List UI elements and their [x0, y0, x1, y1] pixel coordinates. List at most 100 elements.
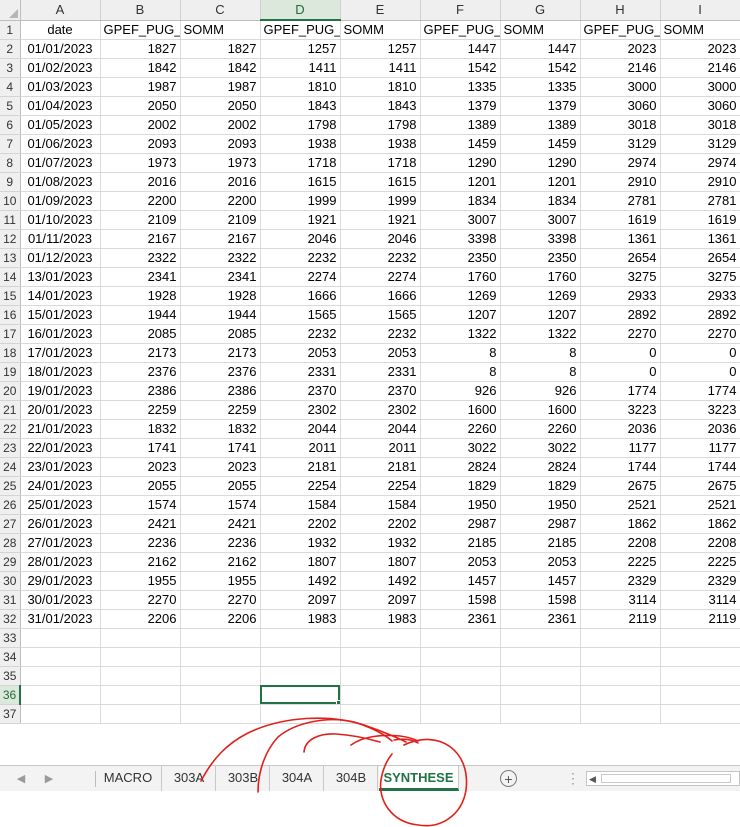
- cell-value[interactable]: 2259: [180, 400, 261, 420]
- cell-value[interactable]: 2055: [180, 476, 261, 496]
- cell-value[interactable]: 2167: [180, 229, 261, 249]
- row-header[interactable]: 15: [0, 286, 21, 306]
- cell-date[interactable]: 18/01/2023: [20, 362, 101, 382]
- cell-value[interactable]: 1950: [500, 495, 581, 515]
- cell-value[interactable]: 2167: [100, 229, 181, 249]
- plus-circle-icon[interactable]: +: [500, 770, 517, 787]
- cell-value[interactable]: 1615: [340, 172, 421, 192]
- cell-value[interactable]: 1619: [580, 210, 661, 230]
- cell-value[interactable]: 1760: [420, 267, 501, 287]
- vertical-dots-icon[interactable]: ⋮: [566, 768, 580, 788]
- cell-empty[interactable]: [100, 628, 181, 648]
- cell-value[interactable]: 3018: [660, 115, 740, 135]
- column-header-e[interactable]: E: [340, 0, 421, 21]
- cell-empty[interactable]: [580, 647, 661, 667]
- cell-value[interactable]: 2050: [180, 96, 261, 116]
- cell-empty[interactable]: [100, 647, 181, 667]
- cell-value[interactable]: 2162: [180, 552, 261, 572]
- cell-empty[interactable]: [660, 628, 740, 648]
- cell-value[interactable]: 1798: [260, 115, 341, 135]
- cell-value[interactable]: 1921: [260, 210, 341, 230]
- cell-value[interactable]: 1862: [580, 514, 661, 534]
- row-header[interactable]: 4: [0, 77, 21, 97]
- cell-value[interactable]: 1973: [100, 153, 181, 173]
- cell-value[interactable]: 2302: [260, 400, 341, 420]
- cell-value[interactable]: 2933: [660, 286, 740, 306]
- cell-value[interactable]: 2085: [180, 324, 261, 344]
- cell-value[interactable]: 2053: [500, 552, 581, 572]
- row-header[interactable]: 37: [0, 704, 21, 724]
- cell-value[interactable]: 1987: [180, 77, 261, 97]
- sheet-tab-304b[interactable]: 304B: [325, 766, 378, 791]
- cell-value[interactable]: 3018: [580, 115, 661, 135]
- cell-value[interactable]: 1389: [420, 115, 501, 135]
- cell-value[interactable]: 8: [500, 362, 581, 382]
- cell-value[interactable]: 1827: [180, 39, 261, 59]
- cell-value[interactable]: 2260: [500, 419, 581, 439]
- cell-value[interactable]: 2270: [580, 324, 661, 344]
- cell-value[interactable]: 2200: [180, 191, 261, 211]
- scrollbar-thumb[interactable]: [601, 774, 731, 783]
- cell-value[interactable]: 2036: [580, 419, 661, 439]
- cell-value[interactable]: 2016: [180, 172, 261, 192]
- cell-value[interactable]: 2016: [100, 172, 181, 192]
- cell-value[interactable]: 8: [420, 362, 501, 382]
- cell-value[interactable]: 1774: [660, 381, 740, 401]
- cell-value[interactable]: 2341: [100, 267, 181, 287]
- cell-value[interactable]: 2341: [180, 267, 261, 287]
- cell-value[interactable]: 2085: [100, 324, 181, 344]
- cell-value[interactable]: 3060: [660, 96, 740, 116]
- cell-value[interactable]: 1574: [180, 495, 261, 515]
- cell-value[interactable]: 2302: [340, 400, 421, 420]
- cell-value[interactable]: 2093: [100, 134, 181, 154]
- row-header[interactable]: 5: [0, 96, 21, 116]
- cell-value[interactable]: 2386: [100, 381, 181, 401]
- active-cell[interactable]: [260, 685, 341, 705]
- cell-value[interactable]: 1290: [500, 153, 581, 173]
- cell-empty[interactable]: [100, 666, 181, 686]
- cell-value[interactable]: 1177: [660, 438, 740, 458]
- cell-empty[interactable]: [340, 704, 421, 724]
- cell-date[interactable]: 01/03/2023: [20, 77, 101, 97]
- cell-value[interactable]: 1810: [260, 77, 341, 97]
- cell-value[interactable]: 1565: [260, 305, 341, 325]
- cell-empty[interactable]: [500, 628, 581, 648]
- cell-date[interactable]: 23/01/2023: [20, 457, 101, 477]
- column-header-c[interactable]: C: [180, 0, 261, 21]
- cell-header[interactable]: SOMM: [660, 20, 740, 40]
- cell-date[interactable]: 01/10/2023: [20, 210, 101, 230]
- cell-value[interactable]: 1457: [500, 571, 581, 591]
- cell-value[interactable]: 2232: [260, 324, 341, 344]
- cell-value[interactable]: 1928: [180, 286, 261, 306]
- caret-right-icon[interactable]: ▶: [40, 770, 58, 788]
- cell-value[interactable]: 1322: [500, 324, 581, 344]
- cell-value[interactable]: 2053: [420, 552, 501, 572]
- cell-value[interactable]: 2044: [260, 419, 341, 439]
- cell-value[interactable]: 3398: [420, 229, 501, 249]
- cell-empty[interactable]: [500, 666, 581, 686]
- cell-empty[interactable]: [100, 685, 181, 705]
- cell-value[interactable]: 1718: [340, 153, 421, 173]
- cell-value[interactable]: 2329: [660, 571, 740, 591]
- cell-value[interactable]: 2162: [100, 552, 181, 572]
- cell-header[interactable]: GPEF_PUG_T: [100, 20, 181, 40]
- cell-value[interactable]: 3022: [420, 438, 501, 458]
- cell-value[interactable]: 2654: [580, 248, 661, 268]
- cell-value[interactable]: 1950: [420, 495, 501, 515]
- cell-value[interactable]: 2933: [580, 286, 661, 306]
- cell-value[interactable]: 2053: [260, 343, 341, 363]
- row-header[interactable]: 10: [0, 191, 21, 211]
- cell-value[interactable]: 2675: [660, 476, 740, 496]
- cell-value[interactable]: 1447: [420, 39, 501, 59]
- row-header[interactable]: 28: [0, 533, 21, 553]
- cell-value[interactable]: 2824: [420, 457, 501, 477]
- cell-value[interactable]: 2097: [260, 590, 341, 610]
- cell-value[interactable]: 1938: [340, 134, 421, 154]
- cell-value[interactable]: 2023: [100, 457, 181, 477]
- row-header[interactable]: 16: [0, 305, 21, 325]
- cell-date[interactable]: 28/01/2023: [20, 552, 101, 572]
- cell-value[interactable]: 1542: [420, 58, 501, 78]
- cell-value[interactable]: 2119: [660, 609, 740, 629]
- cell-value[interactable]: 1598: [500, 590, 581, 610]
- cell-value[interactable]: 2225: [660, 552, 740, 572]
